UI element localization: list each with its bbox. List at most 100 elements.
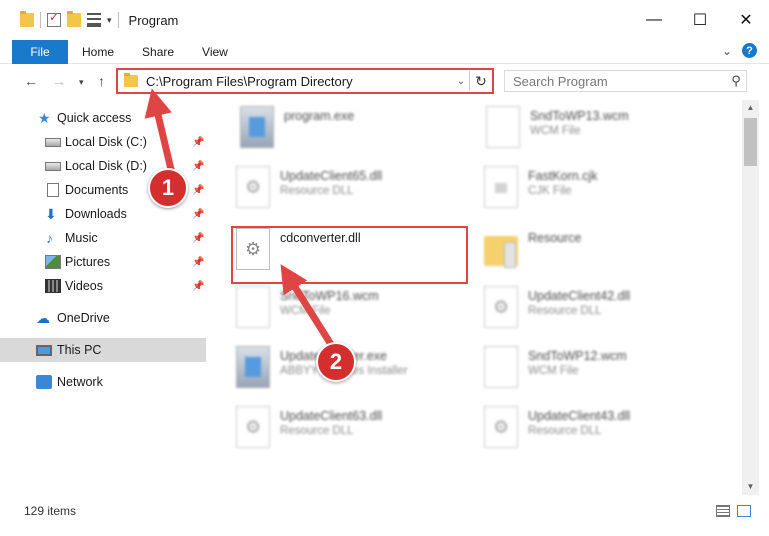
file-icon (236, 286, 270, 328)
tab-share[interactable]: Share (128, 40, 188, 64)
file-type: CJK File (528, 185, 572, 197)
properties-check-icon[interactable] (47, 10, 61, 27)
up-arrow-icon[interactable]: ↑ (98, 73, 105, 89)
list-item[interactable]: UpdateClient65.dll Resource DLL (232, 162, 472, 212)
file-name: FastKorn.cjk (528, 169, 598, 183)
file-type: Resource DLL (280, 185, 354, 197)
minimize-button[interactable]: — (631, 0, 677, 40)
divider (40, 12, 41, 28)
file-type: Resource DLL (528, 305, 602, 317)
maximize-button[interactable]: ☐ (677, 0, 723, 40)
list-item[interactable]: SndToWP12.wcm WCM File (480, 342, 720, 392)
folder-icon[interactable] (20, 11, 34, 27)
cloud-icon: ☁ (36, 310, 50, 326)
properties-list-icon[interactable] (87, 13, 101, 27)
sidebar-item-pictures[interactable]: Pictures 📌 (0, 250, 206, 274)
details-view-icon[interactable] (716, 505, 730, 517)
title-bar: ▾ Program — ☐ ✕ (0, 0, 769, 40)
list-item[interactable]: UpdateClient43.dll Resource DLL (480, 402, 720, 452)
music-icon: ♪ (46, 230, 53, 246)
star-icon: ★ (38, 110, 51, 126)
scroll-down-icon[interactable]: ▼ (742, 479, 759, 495)
sidebar-item-this-pc[interactable]: This PC (0, 338, 206, 362)
sidebar-item-label: Pictures (65, 255, 111, 269)
pc-icon (36, 344, 52, 356)
sidebar-item-label: Quick access (57, 111, 132, 125)
large-icons-view-icon[interactable] (737, 505, 751, 517)
videos-icon (45, 279, 61, 293)
sidebar-item-label: Music (65, 231, 98, 245)
tab-file[interactable]: File (12, 39, 68, 64)
sidebar-item-onedrive[interactable]: ☁ OneDrive (0, 306, 206, 330)
pin-icon[interactable]: 📌 (192, 281, 204, 292)
tab-view[interactable]: View (188, 40, 242, 64)
sidebar-item-videos[interactable]: Videos 📌 (0, 274, 206, 298)
tab-home[interactable]: Home (68, 40, 128, 64)
document-icon (47, 183, 59, 197)
vertical-scrollbar[interactable]: ▲ ▼ (742, 100, 759, 495)
list-item[interactable]: Resource (480, 224, 720, 274)
close-button[interactable]: ✕ (723, 0, 769, 40)
address-path[interactable]: C:\Program Files\Program Directory (146, 74, 453, 89)
file-explorer-window: ▾ Program — ☐ ✕ File Home Share View ⌄ ?… (0, 0, 769, 536)
folder-icon (484, 236, 518, 268)
help-icon[interactable]: ? (742, 43, 757, 58)
search-icon[interactable]: ⚲ (726, 73, 746, 89)
window-controls: — ☐ ✕ (631, 0, 769, 40)
scroll-up-icon[interactable]: ▲ (742, 100, 759, 116)
file-icon (484, 346, 518, 388)
search-input[interactable]: Search Program (513, 74, 726, 89)
dll-icon (484, 406, 518, 448)
window-title: Program (128, 12, 179, 28)
sidebar-item-label: Downloads (65, 207, 127, 221)
file-name: SndToWP13.wcm (530, 109, 629, 123)
pin-icon[interactable]: 📌 (192, 257, 204, 268)
quick-access-toolbar: ▾ (0, 10, 119, 28)
file-type: Resource DLL (528, 425, 602, 437)
file-type: WCM File (530, 125, 581, 137)
sidebar-item-label: Documents (65, 183, 129, 197)
forward-arrow-icon[interactable]: → (52, 73, 66, 89)
network-icon (36, 375, 52, 389)
sidebar-item-music[interactable]: ♪ Music 📌 (0, 226, 206, 250)
exe-icon (236, 346, 270, 388)
sidebar-item-label: OneDrive (57, 311, 110, 325)
customize-toolbar-icon[interactable]: ▾ (107, 15, 112, 26)
dll-icon (484, 286, 518, 328)
back-arrow-icon[interactable]: ← (24, 73, 38, 89)
sidebar-item-label: Network (57, 375, 103, 389)
sidebar-item-network[interactable]: Network (0, 370, 206, 394)
scroll-thumb[interactable] (744, 118, 757, 166)
pin-icon[interactable]: 📌 (192, 233, 204, 244)
list-item[interactable]: FastKorn.cjk CJK File (480, 162, 720, 212)
callout-badge-1: 1 (148, 168, 188, 208)
disk-icon (45, 137, 61, 147)
pin-icon[interactable]: 📌 (192, 209, 204, 220)
ribbon-tabs: File Home Share View ⌄ ? (0, 39, 769, 64)
status-bar: 129 items (0, 499, 769, 523)
recent-locations-icon[interactable]: ▾ (79, 77, 84, 88)
callout-badge-2: 2 (316, 342, 356, 382)
address-dropdown-icon[interactable]: ⌄ (453, 76, 469, 87)
new-folder-icon[interactable] (67, 11, 81, 27)
search-box[interactable]: Search Program ⚲ (504, 70, 747, 92)
list-item[interactable]: UpdateClient63.dll Resource DLL (232, 402, 472, 452)
file-name: UpdateClient42.dll (528, 289, 631, 303)
refresh-icon[interactable]: ↻ (470, 73, 492, 90)
list-item[interactable]: program.exe (236, 102, 476, 152)
file-name: UpdateClient63.dll (280, 409, 383, 423)
list-item[interactable]: SndToWP13.wcm WCM File (482, 102, 722, 152)
item-count: 129 items (24, 504, 77, 518)
expand-ribbon-icon[interactable]: ⌄ (722, 44, 732, 58)
dll-icon (236, 166, 270, 208)
download-icon: ⬇ (45, 206, 57, 222)
file-name: UpdateClient65.dll (280, 169, 383, 183)
file-name: UpdateClient43.dll (528, 409, 631, 423)
file-name: Resource (528, 231, 582, 245)
pictures-icon (45, 255, 61, 269)
list-item[interactable]: UpdateClient42.dll Resource DLL (480, 282, 720, 332)
file-icon (486, 106, 520, 148)
file-icon (484, 166, 518, 208)
sidebar-item-label: Videos (65, 279, 103, 293)
file-type: Resource DLL (280, 425, 354, 437)
